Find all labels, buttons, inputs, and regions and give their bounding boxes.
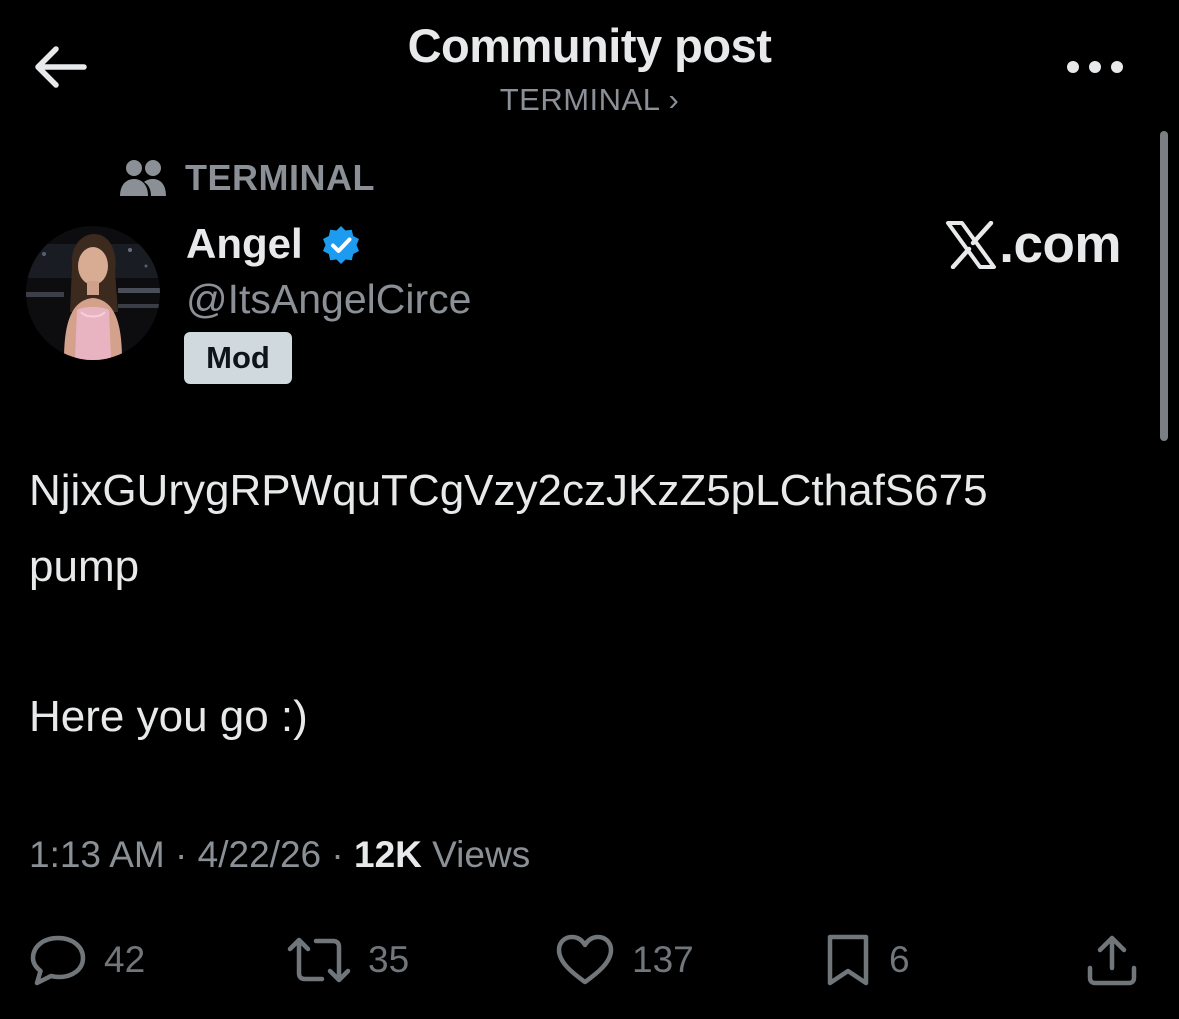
repost-button[interactable]: 35 [286,930,409,990]
author-handle[interactable]: @ItsAngelCirce [186,276,471,323]
post-time[interactable]: 1:13 AM [29,834,165,875]
post-text-line-2: pump [29,542,140,591]
post-text-line-3: Here you go :) [29,692,308,741]
like-count: 137 [632,939,694,980]
heart-icon [556,934,614,985]
reply-icon [30,935,86,986]
more-dots-icon [1067,61,1123,73]
x-com-watermark: .com [945,214,1121,275]
community-post-page: Community post TERMINAL › TERMINAL Angel… [0,0,1179,1019]
mod-badge: Mod [184,332,292,384]
meta-separator: · [321,834,354,875]
x-logo-icon [946,220,997,269]
share-button[interactable] [1084,930,1140,990]
x-com-text: .com [999,215,1121,274]
reply-button[interactable]: 42 [28,930,145,990]
like-button[interactable]: 137 [554,930,694,990]
post-date[interactable]: 4/22/26 [198,834,321,875]
verified-badge-icon [323,226,359,264]
repost-icon [287,937,351,983]
share-icon [1087,935,1137,986]
author-name[interactable]: Angel [186,220,303,268]
community-breadcrumb-link[interactable]: TERMINAL › [0,82,1179,118]
repost-count: 35 [368,939,410,980]
views-label[interactable]: Views [422,834,530,875]
post-text-contract-address: NjixGUrygRPWquTCgVzy2czJKzZ5pLCthafS675 [29,466,988,515]
post-metadata: 1:13 AM · 4/22/26 · 12K Views [29,834,530,876]
bookmark-button[interactable]: 6 [823,930,910,990]
community-link[interactable]: TERMINAL [119,156,375,200]
author-avatar[interactable] [26,226,160,360]
more-options-button[interactable] [1062,56,1128,78]
views-count[interactable]: 12K [354,834,422,875]
bookmark-icon [827,934,869,986]
community-people-icon [120,160,166,196]
meta-separator: · [164,834,198,875]
reply-count: 42 [104,939,146,980]
page-title: Community post [407,19,772,72]
bookmark-count: 6 [889,939,910,980]
scrollbar[interactable] [1160,131,1168,441]
profile-photo [26,226,160,360]
community-name: TERMINAL [185,157,375,198]
